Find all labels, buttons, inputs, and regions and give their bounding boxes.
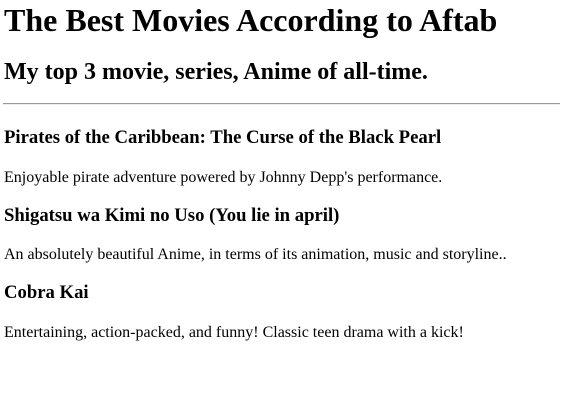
page-title: The Best Movies According to Aftab	[4, 2, 498, 38]
movie-description-pirates: Enjoyable pirate adventure powered by Jo…	[4, 169, 443, 186]
movie-title-cobra-kai: Cobra Kai	[4, 282, 89, 303]
movie-title-pirates: Pirates of the Caribbean: The Curse of t…	[4, 127, 442, 148]
page-subtitle: My top 3 movie, series, Anime of all-tim…	[4, 59, 428, 85]
movie-description-shigatsu: An absolutely beautiful Anime, in terms …	[4, 246, 507, 263]
movie-description-cobra-kai: Entertaining, action-packed, and funny! …	[4, 324, 464, 341]
divider	[3, 103, 560, 105]
movie-title-shigatsu: Shigatsu wa Kimi no Uso (You lie in apri…	[4, 205, 340, 226]
